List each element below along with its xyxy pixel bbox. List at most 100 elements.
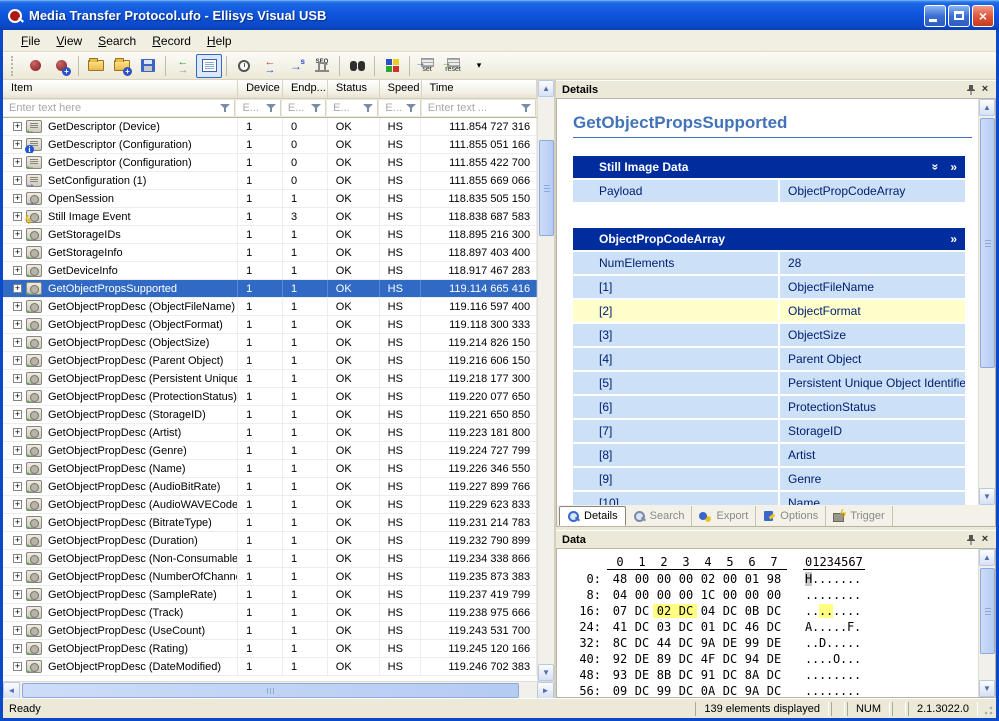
hex-byte[interactable]: DE	[631, 652, 653, 666]
filter-speed-input[interactable]: E...	[379, 100, 420, 116]
hex-byte[interactable]: DC	[719, 652, 741, 666]
table-row[interactable]: +GetObjectPropDesc (AudioWAVECodec)11OKH…	[3, 496, 537, 514]
expand-icon[interactable]: +	[13, 230, 22, 239]
tab-search[interactable]: Search	[626, 506, 693, 526]
expand-icon[interactable]: +	[13, 662, 22, 671]
hex-byte[interactable]: 99	[741, 636, 763, 650]
ascii-char[interactable]: .	[847, 652, 854, 666]
expand-icon[interactable]: +	[13, 140, 22, 149]
toolbar-goto-button[interactable]: ←→	[257, 54, 283, 78]
hex-byte[interactable]: DC	[675, 620, 697, 634]
table-row[interactable]: +GetObjectPropsSupported11OKHS119.114 66…	[3, 280, 537, 298]
ascii-char[interactable]: .	[840, 636, 847, 650]
hex-byte[interactable]: 00	[675, 572, 697, 586]
filter-icon[interactable]	[311, 103, 322, 113]
column-header-device[interactable]: Device	[238, 80, 283, 98]
scroll-down-icon[interactable]: ▼	[979, 488, 995, 505]
hex-byte[interactable]: DC	[719, 668, 741, 682]
ascii-char[interactable]: .	[805, 636, 812, 650]
ascii-char[interactable]: .	[854, 620, 861, 634]
hex-byte[interactable]: DC	[719, 684, 741, 697]
ascii-char[interactable]: .	[847, 588, 854, 602]
expand-icon[interactable]: +	[13, 464, 22, 473]
maximize-button[interactable]	[948, 5, 970, 27]
expand-icon[interactable]: +	[13, 122, 22, 131]
menu-item-view[interactable]: View	[48, 32, 90, 50]
ascii-char[interactable]: .	[819, 572, 826, 586]
table-row[interactable]: +GetObjectPropDesc (UseCount)11OKHS119.2…	[3, 622, 537, 640]
table-row[interactable]: +OpenSession11OKHS118.835 505 150	[3, 190, 537, 208]
hex-byte[interactable]: 00	[719, 588, 741, 602]
filter-icon[interactable]	[406, 103, 417, 113]
hex-byte[interactable]: 8C	[609, 636, 631, 650]
detail-row[interactable]: [7]StorageID	[573, 420, 965, 442]
ascii-char[interactable]: .	[847, 604, 854, 618]
ascii-char[interactable]: .	[826, 652, 833, 666]
hex-byte[interactable]: DC	[631, 604, 653, 618]
title-bar[interactable]: Media Transfer Protocol.ufo - Ellisys Vi…	[0, 0, 999, 30]
hex-byte[interactable]: 46	[741, 620, 763, 634]
expand-all-icon[interactable]: »	[950, 232, 957, 246]
hex-byte[interactable]: DC	[675, 684, 697, 697]
expand-icon[interactable]: +	[13, 428, 22, 437]
detail-row[interactable]: [1]ObjectFileName	[573, 276, 965, 298]
hex-byte[interactable]: DC	[631, 636, 653, 650]
detail-row[interactable]: [6]ProtectionStatus	[573, 396, 965, 418]
expand-icon[interactable]: +	[13, 572, 22, 581]
hex-byte[interactable]: 89	[653, 652, 675, 666]
hex-byte[interactable]: 07	[609, 604, 631, 618]
ascii-char[interactable]: .	[805, 604, 812, 618]
column-header-time[interactable]: Time	[422, 80, 538, 98]
table-row[interactable]: +GetObjectPropDesc (AudioBitRate)11OKHS1…	[3, 478, 537, 496]
close-button[interactable]: ×	[972, 5, 994, 27]
ascii-char[interactable]: .	[833, 572, 840, 586]
expand-icon[interactable]: +	[13, 248, 22, 257]
ascii-char[interactable]: .	[833, 668, 840, 682]
detail-row[interactable]: PayloadObjectPropCodeArray	[573, 180, 965, 202]
ascii-char[interactable]: .	[847, 636, 854, 650]
ascii-char[interactable]: .	[812, 620, 819, 634]
left-vertical-scrollbar[interactable]: ▲ ▼	[537, 80, 554, 681]
table-row[interactable]: +GetDescriptor (Configuration)10OKHS111.…	[3, 154, 537, 172]
ascii-char[interactable]: .	[826, 684, 833, 697]
ascii-char[interactable]: H	[805, 572, 812, 586]
table-row[interactable]: +GetStorageIDs11OKHS118.895 216 300	[3, 226, 537, 244]
filter-time-input[interactable]: Enter text ...	[422, 100, 536, 116]
table-row[interactable]: +GetObjectPropDesc (Non-Consumable)11OKH…	[3, 550, 537, 568]
hex-byte[interactable]: 94	[741, 652, 763, 666]
hex-byte[interactable]: 99	[653, 684, 675, 697]
expand-icon[interactable]: +	[13, 158, 22, 167]
toolbar-sequencer-button[interactable]: SEQ	[309, 54, 335, 78]
scroll-up-icon[interactable]: ▲	[538, 80, 554, 97]
hex-byte[interactable]: DC	[719, 620, 741, 634]
ascii-char[interactable]: .	[854, 572, 861, 586]
menu-item-file[interactable]: File	[13, 32, 48, 50]
details-close-icon[interactable]: ×	[978, 83, 992, 97]
hex-byte[interactable]: 0A	[697, 684, 719, 697]
hex-byte[interactable]: 1C	[697, 588, 719, 602]
ascii-char[interactable]: .	[812, 684, 819, 697]
expand-icon[interactable]: +	[13, 176, 22, 185]
ascii-char[interactable]: .	[812, 652, 819, 666]
expand-icon[interactable]: +	[13, 644, 22, 653]
ascii-char[interactable]: .	[854, 668, 861, 682]
hex-byte[interactable]: 09	[609, 684, 631, 697]
data-close-icon[interactable]: ×	[978, 533, 992, 547]
toolbar-open-button[interactable]	[83, 54, 109, 78]
expand-all-icon[interactable]: »	[950, 160, 957, 174]
expand-icon[interactable]: +	[13, 608, 22, 617]
ascii-char[interactable]: .	[847, 684, 854, 697]
hex-byte[interactable]: 04	[609, 588, 631, 602]
ascii-char[interactable]: .	[819, 684, 826, 697]
scroll-up-icon[interactable]: ▲	[979, 549, 995, 566]
hex-byte[interactable]: 01	[741, 572, 763, 586]
ascii-char[interactable]: .	[854, 604, 861, 618]
tab-options[interactable]: Options	[756, 506, 826, 526]
table-row[interactable]: +GetObjectPropDesc (SampleRate)11OKHS119…	[3, 586, 537, 604]
table-row[interactable]: +GetObjectPropDesc (Rating)11OKHS119.245…	[3, 640, 537, 658]
table-row[interactable]: +GetObjectPropDesc (ObjectFileName)11OKH…	[3, 298, 537, 316]
filter-item-input[interactable]: Enter text here	[3, 100, 235, 116]
expand-icon[interactable]: +	[13, 554, 22, 563]
hex-byte[interactable]: DC	[631, 684, 653, 697]
ascii-char[interactable]: .	[819, 588, 826, 602]
